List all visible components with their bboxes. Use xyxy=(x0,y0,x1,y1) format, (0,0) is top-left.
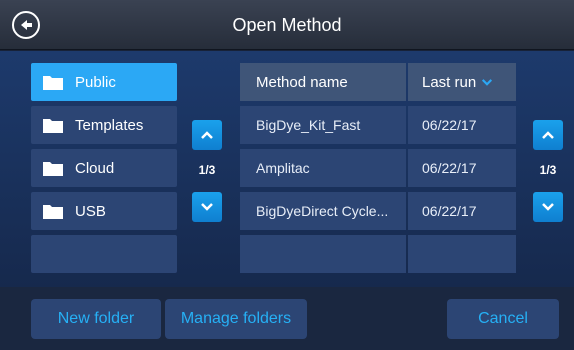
folder-label: Cloud xyxy=(75,159,115,177)
method-page-indicator: 1/3 xyxy=(539,163,557,177)
new-folder-button[interactable]: New folder xyxy=(31,299,161,339)
main-panel: Public Templates Cloud USB 1/3 Method na… xyxy=(0,51,574,287)
page-title: Open Method xyxy=(232,15,342,35)
method-row-name[interactable]: BigDye_Kit_Fast xyxy=(240,106,406,144)
folder-page-down-button[interactable] xyxy=(192,192,222,222)
folder-page-indicator: 1/3 xyxy=(198,163,216,177)
method-row-name[interactable]: BigDyeDirect Cycle... xyxy=(240,192,406,230)
chevron-up-icon xyxy=(201,131,213,139)
folder-icon xyxy=(43,76,63,90)
folder-icon xyxy=(43,119,63,133)
folder-icon xyxy=(43,205,63,219)
folder-page-up-button[interactable] xyxy=(192,120,222,150)
manage-folders-button[interactable]: Manage folders xyxy=(165,299,307,339)
folder-item-cloud[interactable]: Cloud xyxy=(31,149,177,187)
method-row-name[interactable] xyxy=(240,235,406,273)
footer-bar: New folder Manage folders Cancel xyxy=(0,287,574,350)
chevron-down-icon xyxy=(201,203,213,211)
column-header-label: Last run xyxy=(422,73,477,91)
method-row-last-run[interactable]: 06/22/17 xyxy=(408,106,516,144)
method-row-last-run[interactable] xyxy=(408,235,516,273)
folder-item-empty[interactable] xyxy=(31,235,177,273)
folder-label: USB xyxy=(75,202,106,220)
chevron-down-icon xyxy=(482,78,493,86)
column-header-label: Method name xyxy=(256,73,348,91)
column-header-last-run[interactable]: Last run xyxy=(408,63,516,101)
header-bar: Open Method xyxy=(0,0,574,50)
folder-item-public[interactable]: Public xyxy=(31,63,177,101)
method-row-last-run[interactable]: 06/22/17 xyxy=(408,149,516,187)
column-header-method-name[interactable]: Method name xyxy=(240,63,406,101)
method-page-down-button[interactable] xyxy=(533,192,563,222)
folder-label: Templates xyxy=(75,116,144,134)
folder-label: Public xyxy=(75,73,116,91)
method-row-last-run[interactable]: 06/22/17 xyxy=(408,192,516,230)
cancel-button[interactable]: Cancel xyxy=(447,299,559,339)
method-row-name[interactable]: Amplitac xyxy=(240,149,406,187)
folder-item-templates[interactable]: Templates xyxy=(31,106,177,144)
method-page-up-button[interactable] xyxy=(533,120,563,150)
folder-icon xyxy=(43,162,63,176)
chevron-down-icon xyxy=(542,203,554,211)
chevron-up-icon xyxy=(542,131,554,139)
folder-item-usb[interactable]: USB xyxy=(31,192,177,230)
